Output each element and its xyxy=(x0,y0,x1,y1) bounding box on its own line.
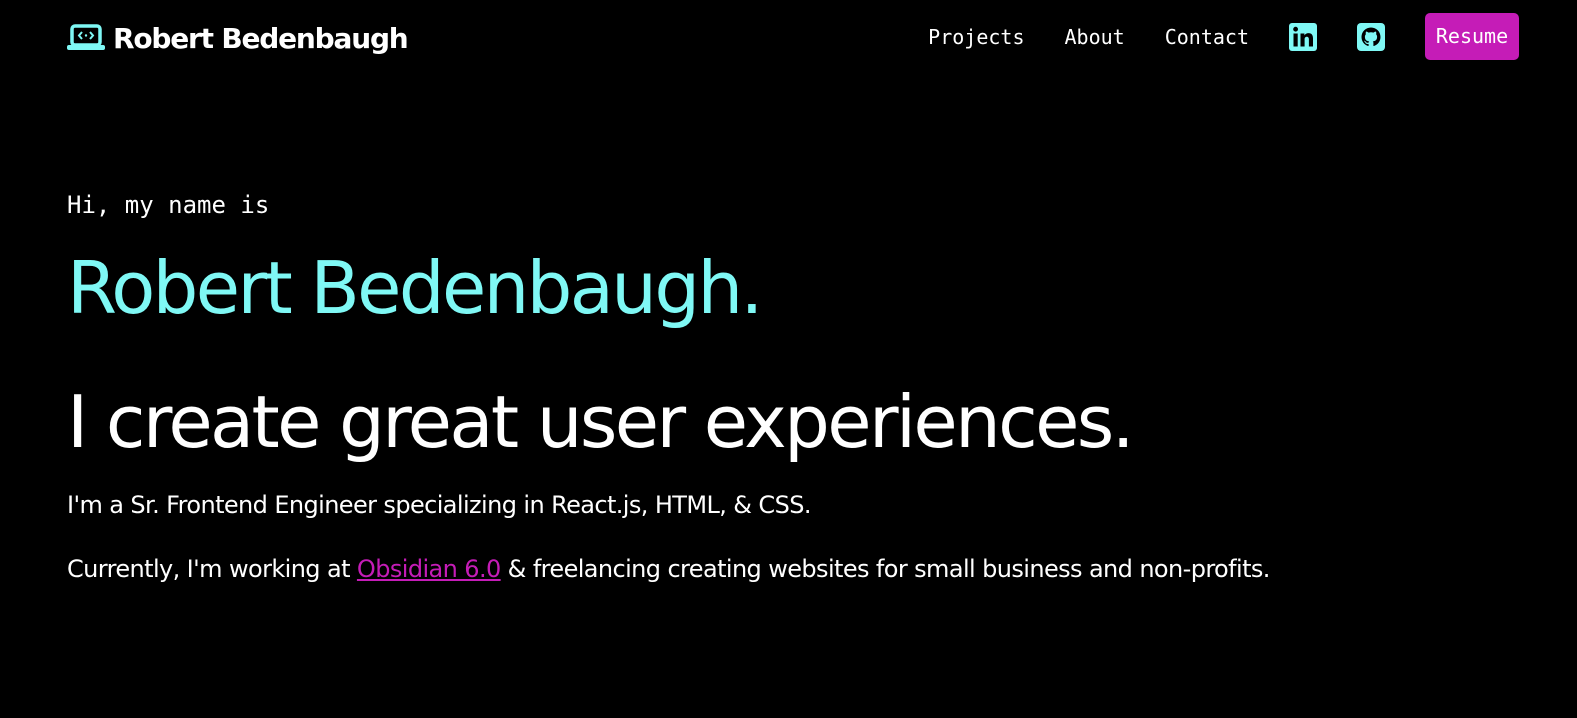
hero-section: Hi, my name is Robert Bedenbaugh. I crea… xyxy=(67,185,1517,589)
hero-name: Robert Bedenbaugh. xyxy=(67,246,763,330)
hero-current-work: Currently, I'm working at Obsidian 6.0 &… xyxy=(67,549,1517,589)
laptop-code-icon xyxy=(67,24,105,52)
linkedin-icon[interactable] xyxy=(1289,22,1317,51)
current-work-prefix: Currently, I'm working at xyxy=(67,555,357,583)
github-icon[interactable] xyxy=(1357,22,1385,51)
nav-link-projects[interactable]: Projects xyxy=(928,25,1024,49)
hero-greeting: Hi, my name is xyxy=(67,191,270,219)
main-nav: Projects About Contact Resume xyxy=(928,13,1519,60)
resume-button[interactable]: Resume xyxy=(1425,13,1519,60)
employer-link[interactable]: Obsidian 6.0 xyxy=(357,555,501,583)
current-work-suffix: & freelancing creating websites for smal… xyxy=(500,555,1271,583)
nav-link-about[interactable]: About xyxy=(1064,25,1124,49)
site-header: Robert Bedenbaugh Projects About Contact… xyxy=(0,0,1577,76)
nav-link-contact[interactable]: Contact xyxy=(1165,25,1249,49)
brand-name: Robert Bedenbaugh xyxy=(113,21,409,55)
hero-bio: I'm a Sr. Frontend Engineer specializing… xyxy=(67,491,811,519)
hero-tagline: I create great user experiences. xyxy=(67,380,1135,464)
brand-link[interactable]: Robert Bedenbaugh xyxy=(67,18,409,58)
